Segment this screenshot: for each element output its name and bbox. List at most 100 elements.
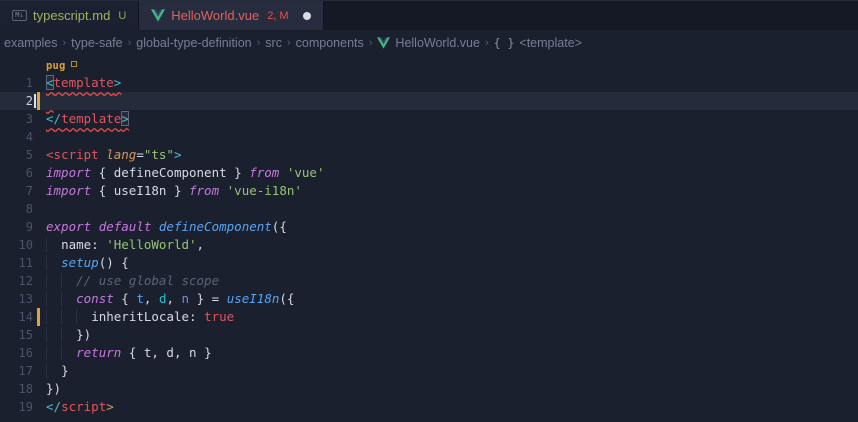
code-line[interactable]: 13 const { t, d, n } = useI18n({ [0,290,858,308]
code-text: setup() { [46,254,129,272]
code-text: // use global scope [46,272,219,290]
inline-hint-row[interactable]: pug [0,56,858,74]
indent-guide [46,363,61,378]
code-line[interactable]: 9export default defineComponent({ [0,218,858,236]
code-token: / [54,399,62,414]
code-token: "ts" [144,147,174,162]
code-token: : [189,309,204,324]
gutter: 2 [0,92,46,110]
code-token: defineComponent [114,165,227,180]
code-token: useI18n [114,183,167,198]
vscode-window: M↓ typescript.md U HelloWorld.vue 2, M e… [0,0,858,422]
tab-typescript-md[interactable]: M↓ typescript.md U [0,1,139,30]
breadcrumb-item-file[interactable]: HelloWorld.vue [375,36,482,50]
line-number: 15 [19,326,33,344]
breadcrumb-separator: › [254,37,264,49]
breadcrumb-item-components[interactable]: components [294,36,366,50]
indent-guide [46,255,61,270]
gutter: 17 [0,362,46,380]
code-token: = [212,291,227,306]
code-token: () { [99,255,129,270]
line-number: 17 [19,362,33,380]
line-number: 16 [19,344,33,362]
code-token: 'HelloWorld' [106,237,196,252]
line-number: 4 [26,128,33,146]
gutter: 10 [0,236,46,254]
code-text: import { defineComponent } from 'vue' [46,164,324,182]
text-cursor [34,94,36,108]
code-text: }) [46,326,91,344]
dirty-indicator[interactable] [303,12,311,20]
line-number: 13 [19,290,33,308]
markdown-icon: M↓ [12,10,27,21]
indent-guide [46,327,61,342]
code-token: pug [46,60,66,72]
breadcrumb-item-symbol-template[interactable]: { } <template> [492,36,584,50]
code-line[interactable]: 6 import { defineComponent } from 'vue' [0,164,858,182]
code-token: from [249,165,279,180]
code-line[interactable]: 3</template> [0,110,858,128]
code-line[interactable]: 12 // use global scope [0,272,858,290]
code-token: template [54,75,114,90]
code-token: n [182,291,190,306]
line-number: 14 [19,308,33,326]
code-token: } [227,165,250,180]
code-line[interactable]: 18}) [0,380,858,398]
code-line[interactable]: 2 [0,92,858,110]
line-number: 8 [26,200,33,218]
code-token: export [46,219,91,234]
code-token: import [46,165,91,180]
gutter: 16 [0,344,46,362]
vue-icon [151,9,165,22]
code-text: pug [46,56,77,74]
code-token: // use global scope [76,273,219,288]
code-token: script [61,399,106,414]
code-line[interactable]: 15 }) [0,326,858,344]
code-token [219,183,227,198]
code-text: name: 'HelloWorld', [46,236,204,254]
breadcrumb-item-global-type-definition[interactable]: global-type-definition [134,36,253,50]
code-token: }) [46,381,61,396]
gutter: 7 [0,182,46,200]
gutter: 13 [0,290,46,308]
indent-guide [61,345,76,360]
gutter: 5 [0,146,46,164]
code-text: const { t, d, n } = useI18n({ [46,290,294,308]
code-token: < [46,111,54,126]
code-token: < [46,399,54,414]
code-line[interactable]: 19</script> [0,398,858,416]
indent-guide [46,237,61,252]
code-text [46,92,54,110]
code-line[interactable]: 16 return { t, d, n } [0,344,858,362]
code-token: return [76,345,121,360]
code-line[interactable]: 5<script lang="ts"> [0,146,858,164]
code-editor[interactable]: pug 1<template>2 3</template>45<script la… [0,56,858,416]
gutter: 9 [0,218,46,236]
code-token: } [166,183,189,198]
breadcrumb-item-src[interactable]: src [263,36,284,50]
breadcrumb-separator: › [125,37,135,49]
breadcrumb-separator: › [366,37,376,49]
code-token: import [46,183,91,198]
code-line[interactable]: 14 inheritLocale: true [0,308,858,326]
code-line[interactable]: 4 [0,128,858,146]
code-line[interactable]: 17 } [0,362,858,380]
breadcrumb-item-examples[interactable]: examples [2,36,60,50]
code-token: setup [61,255,99,270]
tab-helloworld-vue[interactable]: HelloWorld.vue 2, M [139,1,323,30]
code-line[interactable]: 11 setup() { [0,254,858,272]
code-line[interactable]: 8 [0,200,858,218]
code-line[interactable]: 7import { useI18n } from 'vue-i18n' [0,182,858,200]
gutter: 15 [0,326,46,344]
breadcrumb-file-label: HelloWorld.vue [395,36,480,50]
code-token: > [121,111,129,126]
code-token: { [91,165,114,180]
code-token: } [61,363,69,378]
breadcrumb-item-type-safe[interactable]: type-safe [69,36,124,50]
code-line[interactable]: 1<template> [0,74,858,92]
problems-modified-badge: 2, M [267,10,288,22]
code-line[interactable]: 10 name: 'HelloWorld', [0,236,858,254]
line-number: 6 [26,164,33,182]
line-number: 7 [26,182,33,200]
indent-guide [61,273,76,288]
